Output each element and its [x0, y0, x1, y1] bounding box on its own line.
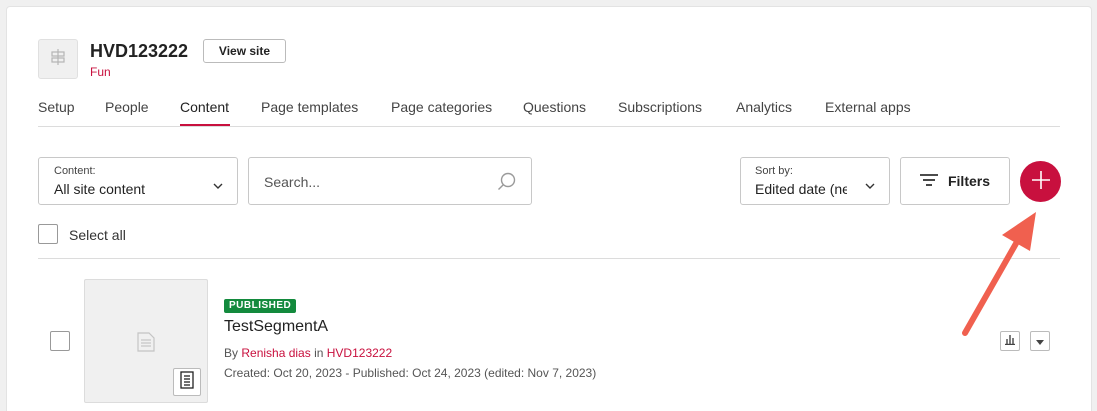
bar-chart-icon	[1004, 332, 1016, 350]
page-icon	[137, 332, 155, 357]
chevron-down-icon	[213, 177, 223, 195]
status-badge: PUBLISHED	[224, 299, 297, 313]
search-input[interactable]	[264, 172, 484, 192]
search-icon[interactable]	[497, 172, 517, 197]
plus-icon	[1031, 170, 1051, 193]
tab-analytics[interactable]: Analytics	[736, 99, 792, 115]
content-type-select[interactable]: Content: All site content	[38, 157, 238, 205]
site-title: HVD123222	[90, 41, 189, 61]
signpost-icon	[49, 48, 67, 71]
add-content-button[interactable]	[1020, 161, 1061, 202]
filter-icon	[919, 173, 938, 189]
site-thumbnail	[38, 39, 78, 79]
select-all-label[interactable]: Select all	[69, 227, 126, 243]
item-select-checkbox[interactable]	[50, 331, 70, 351]
item-actions-dropdown[interactable]	[1030, 331, 1050, 351]
author-link[interactable]: Renisha dias	[241, 346, 310, 360]
divider	[38, 258, 1060, 259]
site-link[interactable]: HVD123222	[327, 346, 392, 360]
sort-select-label: Sort by:	[755, 165, 793, 177]
item-title[interactable]: TestSegmentA	[224, 318, 328, 336]
item-thumbnail[interactable]	[84, 279, 208, 403]
tab-page-templates[interactable]: Page templates	[261, 99, 358, 115]
filters-button[interactable]: Filters	[900, 157, 1010, 205]
caret-down-icon	[1036, 332, 1044, 350]
byline-prefix: By	[224, 346, 239, 360]
content-select-value: All site content	[54, 181, 146, 197]
sort-select-value: Edited date (newest)	[755, 181, 847, 197]
site-tabs: Setup People Content Page templates Page…	[38, 96, 1060, 127]
site-subtitle: Fun	[90, 65, 111, 79]
tab-people[interactable]: People	[105, 99, 149, 115]
active-tab-indicator	[180, 124, 230, 126]
tab-questions[interactable]: Questions	[523, 99, 586, 115]
tab-setup[interactable]: Setup	[38, 99, 75, 115]
view-site-button[interactable]: View site	[203, 39, 286, 63]
tab-subscriptions[interactable]: Subscriptions	[618, 99, 702, 115]
byline-in: in	[314, 346, 324, 360]
filters-label: Filters	[947, 173, 990, 189]
content-select-label: Content:	[54, 165, 96, 177]
page-type-badge	[173, 368, 201, 396]
search-box	[248, 157, 532, 205]
sort-select[interactable]: Sort by: Edited date (newest)	[740, 157, 890, 205]
tab-content[interactable]: Content	[180, 99, 229, 115]
item-dates: Created: Oct 20, 2023 - Published: Oct 2…	[224, 366, 597, 380]
analytics-button[interactable]	[1000, 331, 1020, 351]
chevron-down-icon	[865, 177, 875, 195]
document-icon	[180, 370, 194, 394]
item-byline: By Renisha dias in HVD123222	[224, 346, 392, 360]
tab-external-apps[interactable]: External apps	[825, 99, 911, 115]
tab-page-categories[interactable]: Page categories	[391, 99, 492, 115]
select-all-checkbox[interactable]	[38, 224, 58, 244]
